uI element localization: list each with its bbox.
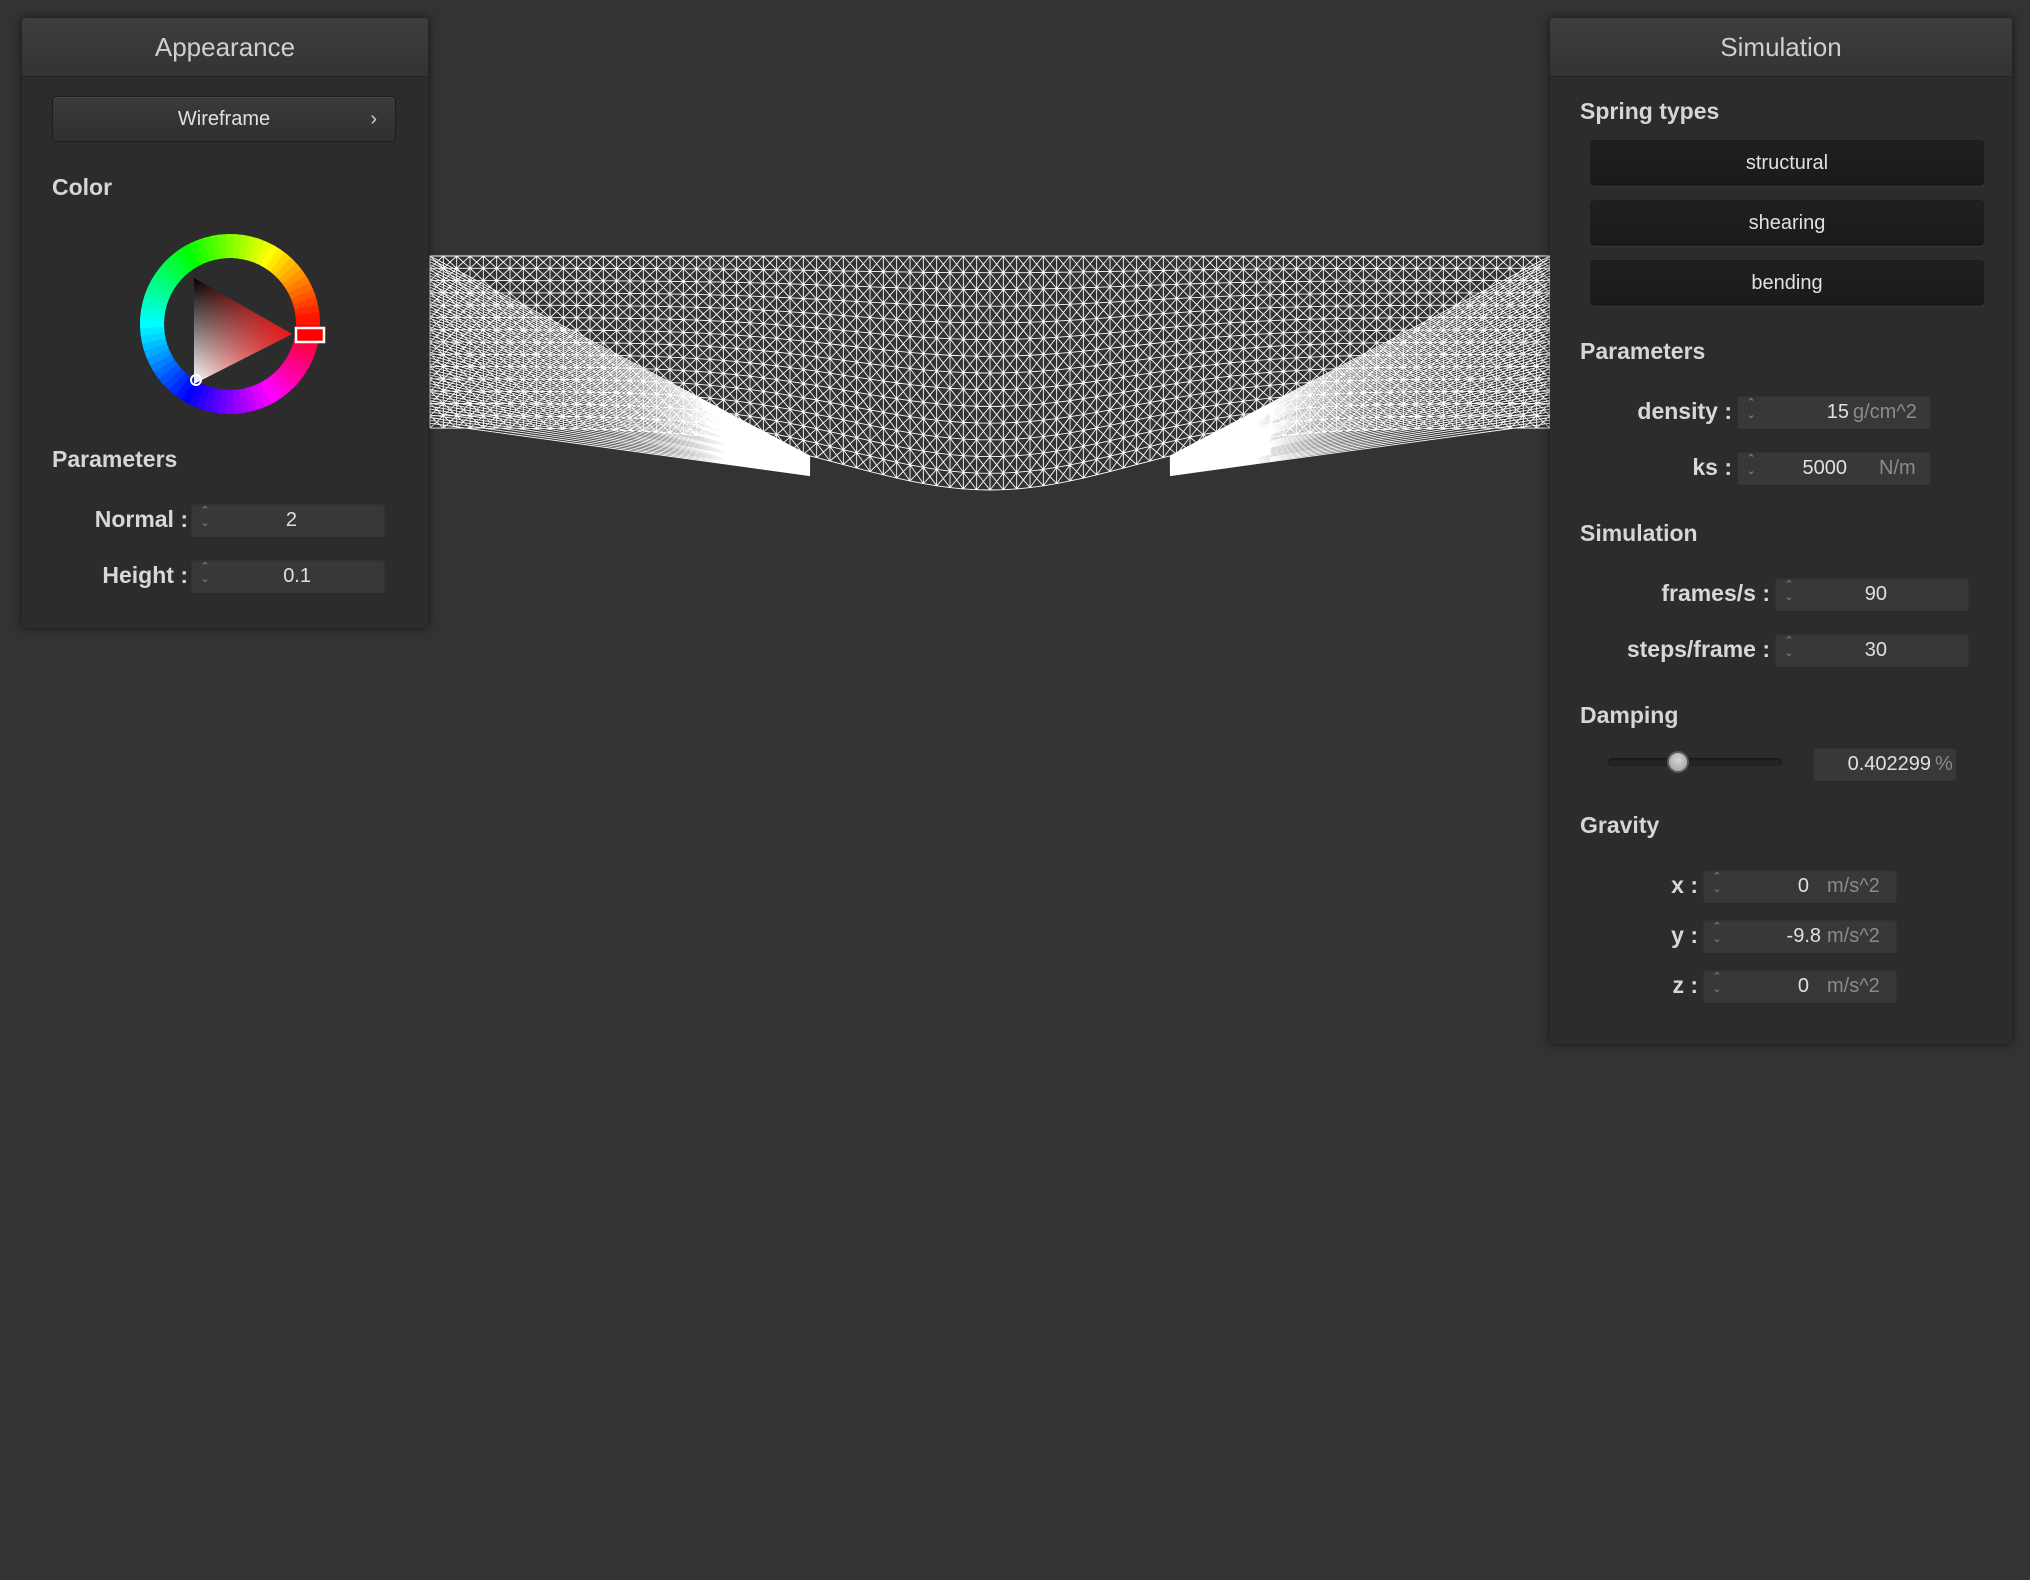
spin-down-icon[interactable]: ⌄	[1743, 409, 1759, 421]
ks-spinner[interactable]: ⌃ ⌄	[1743, 453, 1759, 483]
ks-unit: N/m	[1879, 457, 1916, 479]
density-value: 15	[1826, 401, 1849, 423]
gravity-y-value: -9.8	[1786, 925, 1821, 947]
spin-up-icon[interactable]: ⌃	[1743, 453, 1759, 465]
gravity-x-spinner[interactable]: ⌃ ⌄	[1709, 871, 1725, 901]
gravity-z-unit: m/s^2	[1827, 975, 1880, 997]
fps-value: 90	[1864, 583, 1887, 605]
sim-simulation-title: Simulation	[1580, 520, 1698, 546]
density-spinner[interactable]: ⌃ ⌄	[1743, 397, 1759, 427]
normal-label: Normal :	[94, 506, 188, 532]
spin-up-icon[interactable]: ⌃	[1743, 397, 1759, 409]
gravity-x-unit: m/s^2	[1827, 875, 1880, 897]
spin-up-icon[interactable]: ⌃	[1709, 971, 1725, 983]
gravity-title: Gravity	[1580, 812, 1660, 838]
gravity-x-label: x :	[1671, 872, 1698, 898]
sim-params-title: Parameters	[1580, 338, 1706, 364]
spin-down-icon[interactable]: ⌄	[1781, 591, 1797, 603]
spin-up-icon[interactable]: ⌃	[1781, 635, 1797, 647]
damping-value: 0.402299	[1847, 753, 1931, 775]
normal-input[interactable]: ⌃ ⌄ 2	[190, 502, 386, 538]
density-unit: g/cm^2	[1853, 401, 1917, 423]
chevron-right-icon: ›	[370, 108, 377, 130]
steps-value: 30	[1864, 639, 1887, 661]
height-spinner[interactable]: ⌃ ⌄	[197, 561, 213, 591]
steps-spinner[interactable]: ⌃ ⌄	[1781, 635, 1797, 665]
gravity-y-unit: m/s^2	[1827, 925, 1880, 947]
gravity-z-spinner[interactable]: ⌃ ⌄	[1709, 971, 1725, 1001]
height-input[interactable]: ⌃ ⌄ 0.1	[190, 558, 386, 594]
spin-up-icon[interactable]: ⌃	[197, 561, 213, 573]
damping-input[interactable]: 0.402299 %	[1812, 746, 1958, 782]
density-input[interactable]: ⌃ ⌄ 15 g/cm^2	[1736, 394, 1932, 430]
appearance-params-title: Parameters	[52, 446, 178, 472]
gravity-x-value: 0	[1797, 875, 1809, 897]
gravity-y-spinner[interactable]: ⌃ ⌄	[1709, 921, 1725, 951]
damping-slider-knob[interactable]	[1666, 751, 1689, 773]
normal-spinner[interactable]: ⌃ ⌄	[197, 505, 213, 535]
render-mode-label: Wireframe	[177, 108, 271, 130]
normal-value: 2	[285, 509, 297, 531]
height-value: 0.1	[283, 565, 311, 587]
cloth-mesh-lines	[429, 255, 1551, 491]
appearance-panel-title: Appearance	[22, 18, 428, 77]
hue-selector-handle[interactable]	[294, 326, 326, 344]
density-label: density :	[1637, 398, 1732, 424]
gravity-z-input[interactable]: ⌃ ⌄ 0 m/s^2	[1702, 968, 1898, 1004]
spin-up-icon[interactable]: ⌃	[197, 505, 213, 517]
spring-shearing-button[interactable]: shearing	[1590, 200, 1984, 246]
damping-title: Damping	[1580, 702, 1679, 728]
gravity-y-input[interactable]: ⌃ ⌄ -9.8 m/s^2	[1702, 918, 1898, 954]
spin-down-icon[interactable]: ⌄	[197, 573, 213, 585]
damping-unit: %	[1935, 753, 1953, 775]
ks-value: 5000	[1802, 457, 1848, 479]
fps-label: frames/s :	[1661, 580, 1770, 606]
steps-label: steps/frame :	[1626, 636, 1770, 662]
gravity-z-value: 0	[1797, 975, 1809, 997]
fps-spinner[interactable]: ⌃ ⌄	[1781, 579, 1797, 609]
spin-down-icon[interactable]: ⌄	[1781, 647, 1797, 659]
gravity-x-input[interactable]: ⌃ ⌄ 0 m/s^2	[1702, 868, 1898, 904]
steps-input[interactable]: ⌃ ⌄ 30	[1774, 632, 1970, 668]
ks-input[interactable]: ⌃ ⌄ 5000 N/m	[1736, 450, 1932, 486]
spin-down-icon[interactable]: ⌄	[1709, 933, 1725, 945]
color-wheel[interactable]	[130, 224, 330, 424]
spin-up-icon[interactable]: ⌃	[1709, 871, 1725, 883]
spin-down-icon[interactable]: ⌄	[1709, 983, 1725, 995]
spring-bending-button[interactable]: bending	[1590, 260, 1984, 306]
height-label: Height :	[102, 562, 188, 588]
fps-input[interactable]: ⌃ ⌄ 90	[1774, 576, 1970, 612]
spin-down-icon[interactable]: ⌄	[197, 517, 213, 529]
gravity-y-label: y :	[1671, 922, 1698, 948]
spring-structural-button[interactable]: structural	[1590, 140, 1984, 186]
color-section-title: Color	[52, 174, 113, 200]
spin-up-icon[interactable]: ⌃	[1709, 921, 1725, 933]
damping-slider[interactable]	[1608, 751, 1782, 773]
ks-label: ks :	[1692, 454, 1732, 480]
saturation-value-triangle[interactable]	[194, 278, 292, 384]
gravity-z-label: z :	[1672, 972, 1698, 998]
spin-up-icon[interactable]: ⌃	[1781, 579, 1797, 591]
simulation-panel: Simulation Spring types structural shear…	[1550, 18, 2012, 1044]
appearance-panel: Appearance Wireframe › Color Parameters …	[22, 18, 428, 628]
spring-types-title: Spring types	[1580, 98, 1720, 124]
render-mode-button[interactable]: Wireframe ›	[52, 96, 396, 142]
spin-down-icon[interactable]: ⌄	[1709, 883, 1725, 895]
spin-down-icon[interactable]: ⌄	[1743, 465, 1759, 477]
simulation-panel-title: Simulation	[1550, 18, 2012, 77]
